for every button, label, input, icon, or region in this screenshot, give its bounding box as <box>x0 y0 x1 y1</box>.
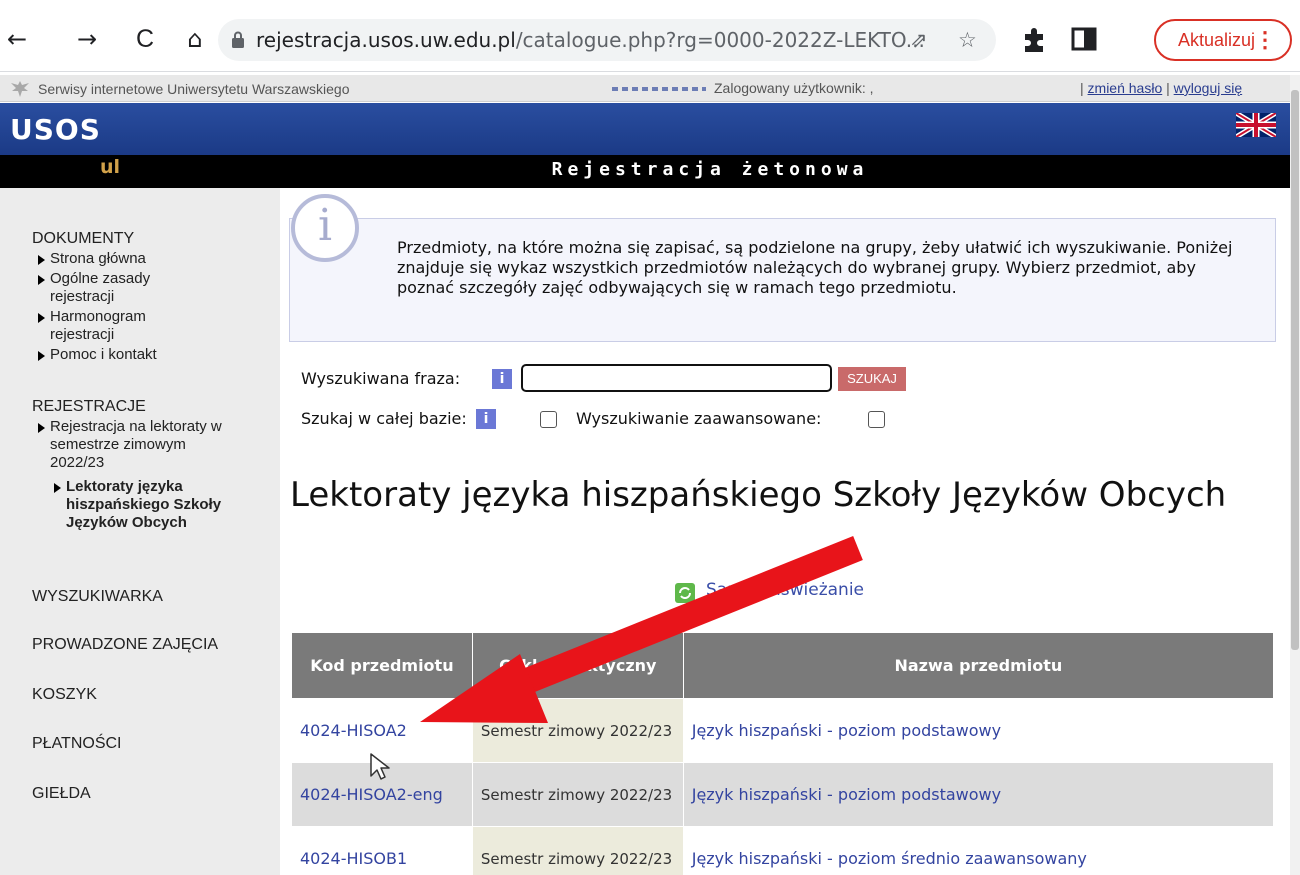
scrollbar-thumb[interactable] <box>1291 90 1299 650</box>
menu-item-rules[interactable]: Ogólne zasady rejestracji <box>38 270 188 306</box>
menu-item-schedule[interactable]: Harmonogram rejestracji <box>38 308 188 344</box>
info-text: Przedmioty, na które można się zapisać, … <box>397 238 1233 297</box>
sep-2: | <box>1166 80 1170 96</box>
share-icon[interactable]: ⇗ <box>910 28 928 52</box>
usos-subheader: ul Rejestracja żetonowa <box>0 155 1290 188</box>
menu-item-help[interactable]: Pomoc i kontakt <box>38 346 238 364</box>
star-icon[interactable]: ☆ <box>958 28 977 52</box>
info-icon-glyph: i <box>317 200 333 251</box>
menu-exchange[interactable]: GIEŁDA <box>32 785 91 803</box>
left-menu: DOKUMENTY Strona główna Ogólne zasady re… <box>0 188 280 875</box>
logout-link[interactable]: wyloguj się <box>1174 80 1242 96</box>
menu-cart[interactable]: KOSZYK <box>32 686 97 704</box>
url-host: rejestracja.usos.uw.edu.pl <box>256 28 516 52</box>
whole-db-info-icon[interactable]: i <box>476 409 496 429</box>
table-header-row: Kod przedmiotu Cykl dydaktyczny Nazwa pr… <box>291 632 1275 699</box>
search-button[interactable]: SZUKAJ <box>838 367 906 391</box>
advanced-label: Wyszukiwanie zaawansowane: <box>576 409 822 428</box>
cell-cycle: Semestr zimowy 2022/23 <box>471 698 684 763</box>
home-icon[interactable]: ⌂ <box>178 22 212 56</box>
logged-user: Zalogowany użytkownik: , <box>714 80 874 96</box>
search-input[interactable] <box>521 364 832 392</box>
url-path: /catalogue.php?rg=0000-2022Z-LEKTO... <box>515 28 925 52</box>
menu-search-engine[interactable]: WYSZUKIWARKA <box>32 588 163 606</box>
cell-cycle: Semestr zimowy 2022/23 <box>471 826 684 875</box>
page-header-title: Rejestracja żetonowa <box>551 159 869 180</box>
site-name: Serwisy internetowe Uniwersytetu Warszaw… <box>38 81 350 97</box>
cell-name: Język hiszpański - poziom podstawowy <box>682 762 1275 827</box>
course-name-link[interactable]: Język hiszpański - poziom podstawowy <box>692 785 1001 804</box>
phrase-label: Wyszukiwana fraza: <box>301 369 461 388</box>
auto-refresh-link[interactable]: Samo odświeżanie <box>706 580 864 600</box>
menu-item-home[interactable]: Strona główna <box>38 250 238 268</box>
menu-item-spanish-courses[interactable]: Lektoraty języka hiszpańskiego Szkoły Ję… <box>54 478 229 532</box>
menu-head-documents[interactable]: DOKUMENTY <box>32 230 134 248</box>
uw-eagle-icon <box>11 81 29 97</box>
update-button[interactable]: Aktualizuj ⋮ <box>1154 19 1292 61</box>
mouse-cursor-icon <box>370 753 390 780</box>
usos-logo[interactable]: USOS <box>10 113 101 146</box>
cell-code: 4024-HISOB1 <box>291 826 473 875</box>
table-row: 4024-HISOA2-eng Semestr zimowy 2022/23 J… <box>291 762 1275 827</box>
separator-dots <box>612 87 706 91</box>
table-row: 4024-HISOA2 Semestr zimowy 2022/23 Język… <box>291 698 1275 763</box>
forward-icon[interactable]: → <box>70 22 104 56</box>
page-title: Lektoraty języka hiszpańskiego Szkoły Ję… <box>290 475 1227 515</box>
course-code-link[interactable]: 4024-HISOA2-eng <box>300 785 443 804</box>
uk-flag-icon[interactable] <box>1236 113 1276 137</box>
sep-1: | <box>1080 80 1084 96</box>
browser-toolbar: ← → C ⌂ rejestracja.usos.uw.edu.pl/catal… <box>0 0 1300 72</box>
menu-payments[interactable]: PŁATNOŚCI <box>32 735 122 753</box>
lock-icon <box>232 31 244 48</box>
cell-cycle: Semestr zimowy 2022/23 <box>471 762 684 827</box>
menu-classes[interactable]: PROWADZONE ZAJĘCIA <box>32 636 218 654</box>
refresh-icon <box>675 583 695 603</box>
col-cycle[interactable]: Cykl dydaktyczny <box>471 632 684 699</box>
menu-item-registration[interactable]: Rejestracja na lektoraty w semestrze zim… <box>38 418 238 472</box>
reload-icon[interactable]: C <box>128 22 162 56</box>
col-name[interactable]: Nazwa przedmiotu <box>682 632 1275 699</box>
table-row: 4024-HISOB1 Semestr zimowy 2022/23 Język… <box>291 826 1275 875</box>
usos-header: USOS <box>0 103 1290 155</box>
portal-top-strip: Serwisy internetowe Uniwersytetu Warszaw… <box>0 75 1290 102</box>
url-text: rejestracja.usos.uw.edu.pl/catalogue.php… <box>256 28 925 52</box>
update-label: Aktualizuj <box>1178 30 1256 50</box>
phrase-info-icon[interactable]: i <box>492 369 512 389</box>
col-code[interactable]: Kod przedmiotu <box>291 632 473 699</box>
account-links: | zmień hasło | wyloguj się <box>1080 80 1242 96</box>
course-code-link[interactable]: 4024-HISOA2 <box>300 721 407 740</box>
extensions-icon[interactable] <box>1019 24 1049 54</box>
whole-db-label: Szukaj w całej bazie: <box>301 409 467 428</box>
course-code-link[interactable]: 4024-HISOB1 <box>300 849 407 868</box>
info-icon: i <box>291 194 359 262</box>
menu-dots-icon[interactable]: ⋮ <box>1254 21 1276 59</box>
side-panel-icon[interactable] <box>1069 24 1099 54</box>
menu-head-registrations[interactable]: REJESTRACJE <box>32 398 146 416</box>
cell-name: Język hiszpański - poziom podstawowy <box>682 698 1275 763</box>
whole-db-checkbox[interactable] <box>540 411 557 428</box>
change-password-link[interactable]: zmień hasło <box>1088 80 1163 96</box>
courses-table: Kod przedmiotu Cykl dydaktyczny Nazwa pr… <box>291 632 1275 875</box>
address-bar[interactable]: rejestracja.usos.uw.edu.pl/catalogue.php… <box>218 19 996 61</box>
cell-name: Język hiszpański - poziom średnio zaawan… <box>682 826 1275 875</box>
course-name-link[interactable]: Język hiszpański - poziom średnio zaawan… <box>692 849 1087 868</box>
course-name-link[interactable]: Język hiszpański - poziom podstawowy <box>692 721 1001 740</box>
advanced-checkbox[interactable] <box>868 411 885 428</box>
back-icon[interactable]: ← <box>0 22 34 56</box>
